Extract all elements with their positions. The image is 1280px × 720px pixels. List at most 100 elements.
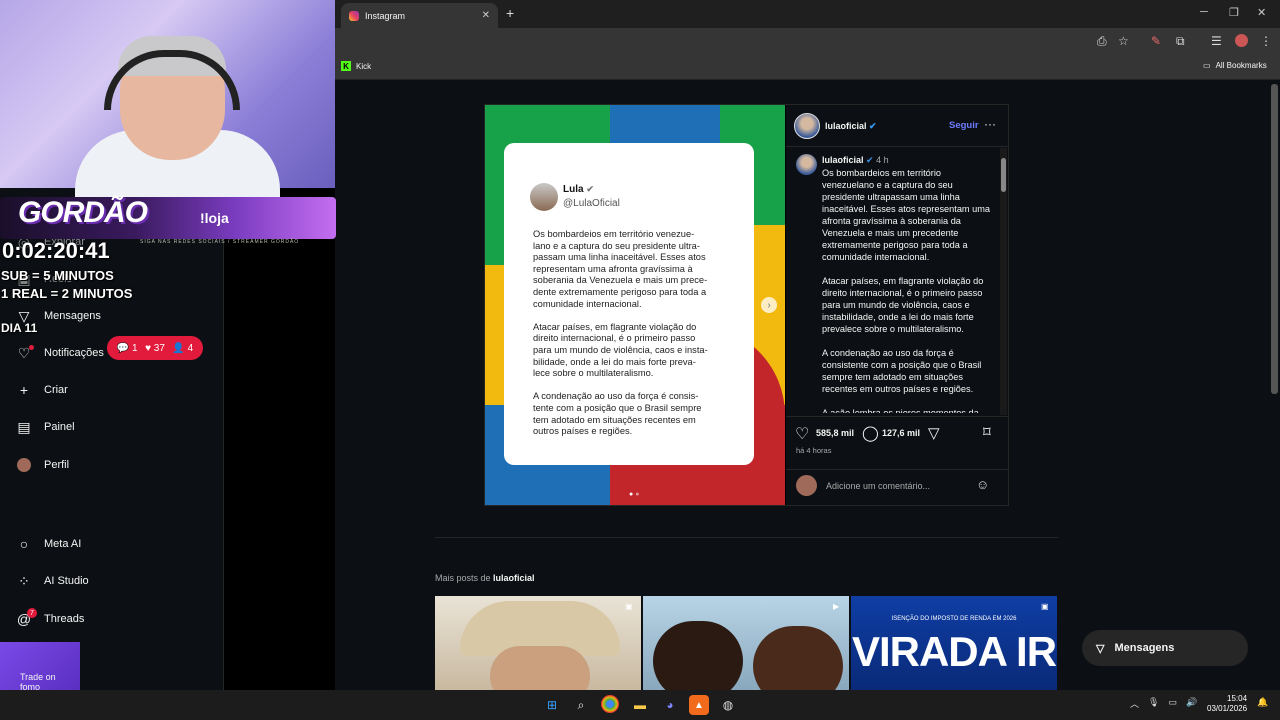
shop-command: !loja (200, 210, 229, 226)
notification-dot (29, 345, 34, 350)
page-scrollbar[interactable] (1271, 84, 1278, 394)
minimize-icon[interactable]: ─ (1200, 6, 1208, 18)
clock[interactable]: 15:04 03/01/2026 (1207, 694, 1247, 714)
like-count: 585,8 mil (816, 428, 855, 438)
channel-logo: GORDÃO (18, 196, 148, 229)
sidebar-item-perfil[interactable]: Perfil (16, 457, 69, 473)
search-icon[interactable]: ⌕ (571, 695, 591, 715)
next-slide-icon[interactable]: › (761, 297, 777, 313)
window-close-icon[interactable]: ✕ (1257, 6, 1266, 19)
bookmark-kick[interactable]: K Kick (341, 61, 371, 71)
install-icon[interactable]: ⎙ (1097, 34, 1107, 49)
post-timestamp: há 4 horas (796, 446, 832, 455)
subathon-timer: 0:02:20:41 (2, 238, 110, 263)
more-posts-heading: Mais posts de lulaoficial (435, 573, 535, 583)
bookmark-star-icon[interactable]: ☆ (1118, 34, 1129, 48)
card-handle: @LulaOficial (563, 198, 620, 209)
app-icon[interactable]: ▲ (689, 695, 709, 715)
all-bookmarks-label: All Bookmarks (1215, 61, 1267, 70)
extensions-icon[interactable]: ⧉ (1176, 34, 1185, 49)
sidebar-item-label: Perfil (44, 459, 70, 471)
follow-count-badge: 👤 4 (172, 342, 194, 354)
more-options-icon[interactable]: ··· (984, 117, 996, 131)
dashboard-icon: ▤ (17, 418, 31, 435)
comment-icon[interactable]: ◯ (862, 424, 879, 442)
tweet-card: Lula ✔ @LulaOficial Os bombardeios em te… (504, 143, 754, 465)
person-shape (753, 626, 843, 690)
meta-ai-icon: ○ (19, 536, 29, 552)
more-posts-user[interactable]: lulaoficial (493, 573, 535, 583)
discord-icon[interactable]: ◕ (660, 695, 680, 715)
new-tab-button[interactable]: + (506, 5, 514, 21)
post-thumbnail[interactable]: ISENÇÃO DO IMPOSTO DE RENDA EM 2026 VIRA… (851, 596, 1057, 690)
notifications-badge[interactable]: 💬 1 ♥ 37 👤 4 (107, 336, 203, 360)
section-divider (435, 537, 1058, 538)
sidebar-item-painel[interactable]: ▤ Painel (16, 418, 75, 435)
like-count-badge: ♥ 37 (145, 342, 165, 354)
folder-icon: ▭ (1203, 61, 1211, 70)
post-thumbnail[interactable]: ▣ (435, 596, 641, 690)
notification-icon[interactable]: 🔔 (1257, 697, 1268, 708)
profile-avatar (16, 457, 32, 473)
messages-button[interactable]: ▽ Mensagens (1082, 630, 1248, 666)
sidebar-item-label: Criar (44, 384, 68, 396)
mic-icon: 🎙 (1148, 697, 1160, 707)
send-icon: ▽ (1096, 642, 1105, 655)
sidebar-item-label: Meta AI (44, 538, 82, 550)
author-username[interactable]: lulaoficial ✔ (825, 121, 877, 132)
extension-pen-icon[interactable]: ✎ (1151, 34, 1161, 48)
post-actions (786, 416, 1008, 466)
kick-icon: K (341, 61, 351, 71)
tab-title: Instagram (365, 10, 406, 21)
webcam-feed (0, 0, 335, 200)
sidebar-item-label: Notificações (44, 347, 104, 359)
ai-studio-icon: ⁘ (18, 572, 30, 589)
sidebar-item-label: Mensagens (44, 310, 101, 322)
like-icon[interactable]: ♡ (795, 424, 809, 444)
verified-icon: ✔ (586, 184, 594, 194)
plus-icon: + (19, 382, 29, 398)
chevron-up-icon[interactable]: ︿ (1130, 697, 1139, 710)
tab-instagram[interactable]: Instagram ✕ (341, 3, 498, 28)
sidebar-item-meta-ai[interactable]: ○ Meta AI (16, 536, 82, 552)
video-icon: ▶ (833, 602, 840, 611)
emoji-icon[interactable]: ☺ (976, 477, 989, 492)
system-tray[interactable]: ︿ 🎙 ▭ 🔊 (1130, 697, 1197, 710)
carousel-dots: ● ● (629, 491, 640, 498)
caption-scroll-thumb[interactable] (1001, 158, 1006, 192)
obs-icon[interactable]: ◍ (718, 695, 738, 715)
card-avatar (530, 183, 558, 211)
real-rate: 1 REAL = 2 MINUTOS (1, 286, 133, 301)
close-tab-icon[interactable]: ✕ (482, 10, 490, 21)
save-icon[interactable]: ⌑ (983, 423, 991, 441)
share-icon[interactable]: ▽ (928, 424, 940, 442)
comment-input[interactable]: Adicione um comentário... (826, 481, 930, 491)
clock-date: 03/01/2026 (1207, 704, 1248, 713)
sidebar-item-criar[interactable]: + Criar (16, 382, 68, 398)
post-thumbnail[interactable]: ▶ (643, 596, 849, 690)
post-caption: Os bombardeios em território venezuelano… (822, 168, 991, 413)
menu-icon[interactable]: ⋮ (1260, 34, 1272, 48)
follow-button[interactable]: Seguir (949, 120, 979, 131)
sidebar-item-label: Painel (44, 421, 75, 433)
author-avatar[interactable] (794, 113, 820, 139)
threads-badge: 7 (27, 608, 37, 618)
file-explorer-icon[interactable]: ▬ (630, 695, 650, 715)
face-shape (490, 646, 590, 690)
sidebar-item-label: Threads (44, 613, 85, 625)
caption-header: lulaoficial ✔ 4 h (822, 155, 889, 165)
all-bookmarks[interactable]: ▭ All Bookmarks (1203, 61, 1267, 70)
caption-avatar[interactable] (796, 154, 817, 175)
restore-icon[interactable]: ❐ (1229, 6, 1239, 19)
thumb-title: VIRADA IR (851, 628, 1057, 675)
profile-avatar-icon[interactable] (1235, 34, 1248, 47)
day-counter: DIA 11 (1, 321, 38, 335)
media-icon[interactable]: ☰ (1211, 34, 1222, 48)
card-text: Os bombardeios em território venezue- la… (533, 229, 708, 437)
sidebar-item-ai-studio[interactable]: ⁘ AI Studio (16, 573, 89, 589)
messages-label: Mensagens (1114, 642, 1175, 654)
windows-start-icon[interactable]: ⊞ (542, 695, 562, 715)
bookmark-kick-label: Kick (356, 61, 372, 71)
fomo-ad: Trade on fomo (0, 642, 80, 692)
chrome-icon[interactable] (601, 695, 619, 713)
